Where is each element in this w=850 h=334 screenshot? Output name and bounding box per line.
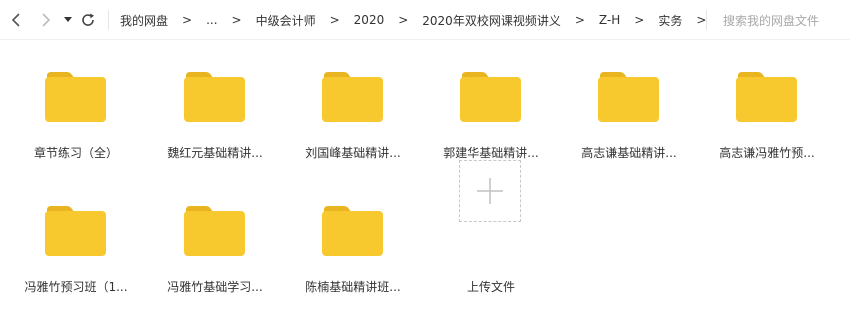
folder-item[interactable]: 魏红元基础精讲... — [153, 40, 277, 168]
folder-item[interactable]: 陈楠基础精讲班... — [291, 174, 415, 302]
folder-name: 高志谦冯雅竹预... — [719, 146, 815, 160]
upload-button[interactable] — [459, 160, 521, 222]
breadcrumb-item-z-h[interactable]: Z-H — [599, 13, 620, 27]
folder-icon — [184, 206, 245, 256]
folder-icon — [45, 72, 106, 122]
folder-item[interactable]: 章节练习（全） — [14, 40, 138, 168]
folder-icon — [322, 72, 383, 122]
breadcrumb-separator: > — [634, 13, 645, 27]
breadcrumb-separator: > — [329, 13, 340, 27]
folder-icon — [184, 72, 245, 122]
folder-item[interactable]: 刘国峰基础精讲... — [291, 40, 415, 168]
folder-icon — [598, 72, 659, 122]
breadcrumb-separator: > — [696, 13, 707, 27]
file-grid: 章节练习（全） 魏红元基础精讲... 刘国峰基础精讲... 郭建华基础精讲...… — [0, 40, 850, 334]
breadcrumb-item-practice[interactable]: 实务 — [658, 12, 682, 29]
toolbar-divider — [108, 10, 109, 30]
search-input[interactable]: 搜索我的网盘文件 — [723, 0, 848, 40]
folder-name: 冯雅竹预习班（1... — [24, 280, 128, 294]
folder-icon — [322, 206, 383, 256]
folder-name: 章节练习（全） — [33, 146, 118, 160]
folder-item[interactable]: 高志谦冯雅竹预... — [705, 40, 829, 168]
breadcrumb-item-2020[interactable]: 2020 — [354, 13, 385, 27]
breadcrumb-item-my-drive[interactable]: 我的网盘 — [120, 12, 168, 29]
breadcrumb-separator: > — [574, 13, 585, 27]
history-dropdown-button[interactable] — [59, 9, 77, 31]
folder-item[interactable]: 高志谦基础精讲... — [567, 40, 691, 168]
refresh-icon — [82, 13, 94, 26]
upload-label: 上传文件 — [466, 280, 515, 294]
breadcrumb-separator: > — [231, 13, 242, 27]
folder-name: 刘国峰基础精讲... — [305, 146, 401, 160]
breadcrumb-item-course-videos[interactable]: 2020年双校网课视频讲义 — [422, 12, 561, 29]
chevron-right-icon — [42, 13, 51, 27]
breadcrumb-separator: > — [398, 13, 409, 27]
back-button[interactable] — [7, 9, 25, 31]
breadcrumb: 我的网盘 > ... > 中级会计师 > 2020 > 2020年双校网课视频讲… — [120, 0, 720, 40]
breadcrumb-item-intermediate-accountant[interactable]: 中级会计师 — [256, 12, 316, 29]
upload-item[interactable]: 上传文件 — [429, 40, 553, 302]
chevron-left-icon — [11, 13, 20, 27]
folder-name: 冯雅竹基础学习... — [167, 280, 263, 294]
folder-name: 魏红元基础精讲... — [167, 146, 263, 160]
folder-name: 高志谦基础精讲... — [581, 146, 677, 160]
folder-icon — [736, 72, 797, 122]
search-divider — [706, 10, 707, 30]
folder-item[interactable]: 冯雅竹预习班（1... — [14, 174, 138, 302]
folder-item[interactable]: 冯雅竹基础学习... — [153, 174, 277, 302]
toolbar: 我的网盘 > ... > 中级会计师 > 2020 > 2020年双校网课视频讲… — [0, 0, 850, 40]
plus-icon — [477, 178, 503, 204]
breadcrumb-item-ellipsis[interactable]: ... — [206, 13, 217, 27]
folder-name: 陈楠基础精讲班... — [305, 280, 401, 294]
refresh-button[interactable] — [79, 9, 97, 31]
caret-down-icon — [64, 17, 72, 22]
folder-icon — [45, 206, 106, 256]
breadcrumb-separator: > — [182, 13, 193, 27]
forward-button[interactable] — [37, 9, 55, 31]
